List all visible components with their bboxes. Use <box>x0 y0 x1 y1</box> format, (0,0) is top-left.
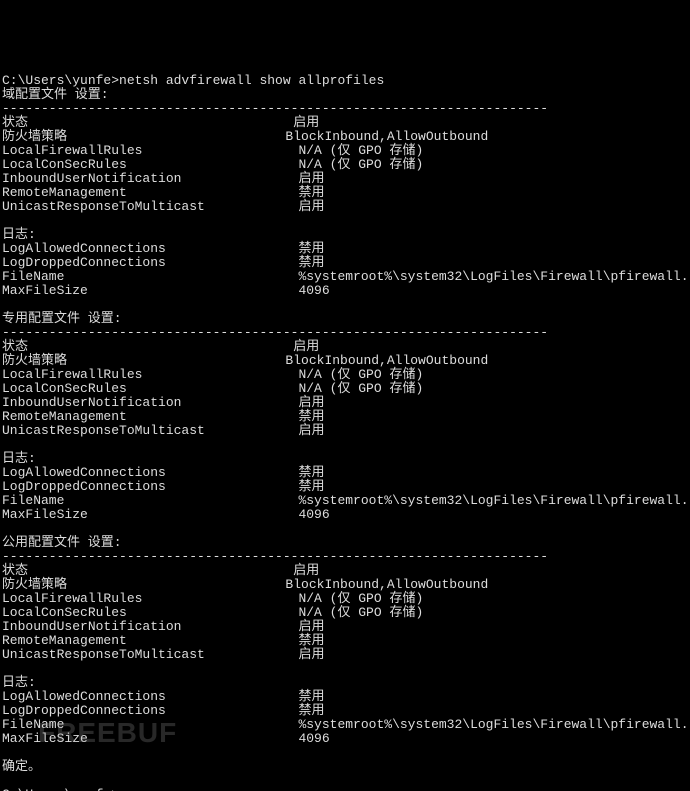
profile-header: 域配置文件 设置: <box>2 88 688 102</box>
divider: ----------------------------------------… <box>2 326 688 340</box>
command-line: C:\Users\yunfe>netsh advfirewall show al… <box>2 74 688 88</box>
profile-row: InboundUserNotification 启用 <box>2 620 688 634</box>
profile-row: UnicastResponseToMulticast 启用 <box>2 648 688 662</box>
profile-row: 防火墙策略 BlockInbound,AllowOutbound <box>2 354 688 368</box>
profile-row: InboundUserNotification 启用 <box>2 396 688 410</box>
log-row: FileName %systemroot%\system32\LogFiles\… <box>2 270 688 284</box>
log-row: LogDroppedConnections 禁用 <box>2 256 688 270</box>
profile-row: LocalFirewallRules N/A (仅 GPO 存储) <box>2 368 688 382</box>
blank-line <box>2 438 688 452</box>
profile-row: 防火墙策略 BlockInbound,AllowOutbound <box>2 130 688 144</box>
divider: ----------------------------------------… <box>2 550 688 564</box>
profile-header: 公用配置文件 设置: <box>2 536 688 550</box>
log-row: FileName %systemroot%\system32\LogFiles\… <box>2 718 688 732</box>
profile-row: LocalConSecRules N/A (仅 GPO 存储) <box>2 606 688 620</box>
profile-row: LocalFirewallRules N/A (仅 GPO 存储) <box>2 592 688 606</box>
blank-line <box>2 746 688 760</box>
profile-row: LocalFirewallRules N/A (仅 GPO 存储) <box>2 144 688 158</box>
blank-line <box>2 774 688 788</box>
prompt-line: C:\Users\yunfe> <box>2 788 688 791</box>
blank-line <box>2 662 688 676</box>
log-row: LogAllowedConnections 禁用 <box>2 466 688 480</box>
profile-row: RemoteManagement 禁用 <box>2 186 688 200</box>
log-header: 日志: <box>2 228 688 242</box>
profile-row: RemoteManagement 禁用 <box>2 634 688 648</box>
blank-line <box>2 298 688 312</box>
profile-row: RemoteManagement 禁用 <box>2 410 688 424</box>
log-row: LogAllowedConnections 禁用 <box>2 242 688 256</box>
log-row: LogDroppedConnections 禁用 <box>2 480 688 494</box>
profile-row: 防火墙策略 BlockInbound,AllowOutbound <box>2 578 688 592</box>
profile-row: 状态 启用 <box>2 340 688 354</box>
profile-row: 状态 启用 <box>2 116 688 130</box>
log-row: MaxFileSize 4096 <box>2 284 688 298</box>
profile-row: UnicastResponseToMulticast 启用 <box>2 200 688 214</box>
log-row: LogDroppedConnections 禁用 <box>2 704 688 718</box>
blank-line <box>2 522 688 536</box>
ok-line: 确定。 <box>2 760 688 774</box>
divider: ----------------------------------------… <box>2 102 688 116</box>
profile-row: LocalConSecRules N/A (仅 GPO 存储) <box>2 158 688 172</box>
blank-line <box>2 214 688 228</box>
profile-row: InboundUserNotification 启用 <box>2 172 688 186</box>
log-row: MaxFileSize 4096 <box>2 508 688 522</box>
log-header: 日志: <box>2 452 688 466</box>
log-row: LogAllowedConnections 禁用 <box>2 690 688 704</box>
profile-row: LocalConSecRules N/A (仅 GPO 存储) <box>2 382 688 396</box>
log-row: FileName %systemroot%\system32\LogFiles\… <box>2 494 688 508</box>
profile-row: UnicastResponseToMulticast 启用 <box>2 424 688 438</box>
terminal-output: C:\Users\yunfe>netsh advfirewall show al… <box>0 70 690 791</box>
log-row: MaxFileSize 4096 <box>2 732 688 746</box>
profile-row: 状态 启用 <box>2 564 688 578</box>
profile-header: 专用配置文件 设置: <box>2 312 688 326</box>
log-header: 日志: <box>2 676 688 690</box>
